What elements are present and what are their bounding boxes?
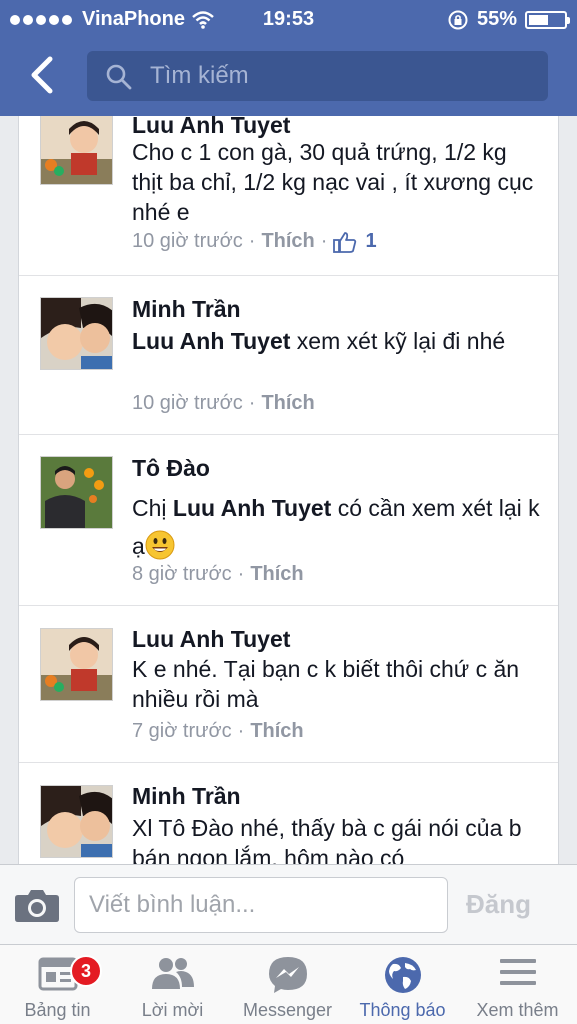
like-link[interactable]: Thích xyxy=(261,392,314,415)
tab-label: Xem thêm xyxy=(476,1000,559,1020)
camera-button[interactable] xyxy=(14,887,60,923)
rotation-lock-icon xyxy=(448,10,468,29)
top-bar: VinaPhone 19:53 55% Tìm kiếm xyxy=(0,0,577,116)
tab-more[interactable]: Xem thêm xyxy=(460,945,575,1024)
menu-icon xyxy=(499,959,536,985)
comment-item: Minh Trần Xl Tô Đào nhé, thấy bà c gái n… xyxy=(19,763,558,864)
comment-item: Tô Đào Chị Luu Anh Tuyet có cần xem xét … xyxy=(19,435,558,606)
avatar[interactable] xyxy=(40,628,113,701)
comment-time: 10 giờ trước xyxy=(132,230,243,252)
avatar[interactable] xyxy=(40,297,113,370)
back-button[interactable] xyxy=(24,55,60,95)
tab-label: Bảng tin xyxy=(24,1000,91,1020)
mentioned-user[interactable]: Luu Anh Tuyet xyxy=(132,328,290,354)
tab-notifications[interactable]: Thông báo xyxy=(345,945,460,1024)
search-icon xyxy=(106,64,132,90)
tab-friend-requests[interactable]: Lời mời xyxy=(115,945,230,1024)
comment-meta: 10 giờ trước · Thích xyxy=(132,392,315,415)
search-bar[interactable]: Tìm kiếm xyxy=(87,51,548,101)
notification-badge: 3 xyxy=(70,955,102,987)
search-placeholder: Tìm kiếm xyxy=(150,62,249,89)
comment-text: Chị Luu Anh Tuyet có cần xem xét lại k ạ xyxy=(132,495,540,560)
comment-item: Luu Anh Tuyet K e nhé. Tại bạn c k biết … xyxy=(19,606,558,763)
comment-item: Luu Anh Tuyet Cho c 1 con gà, 30 quả trứ… xyxy=(19,116,558,276)
tab-messenger[interactable]: Messenger xyxy=(230,945,345,1024)
globe-icon xyxy=(384,957,421,993)
status-bar: VinaPhone 19:53 55% xyxy=(0,0,577,38)
comment-list[interactable]: Luu Anh Tuyet Cho c 1 con gà, 30 quả trứ… xyxy=(18,116,559,864)
like-link[interactable]: Thích xyxy=(250,563,303,586)
friend-requests-icon xyxy=(151,958,194,989)
comment-meta: 7 giờ trước · Thích xyxy=(132,720,304,743)
commenter-name[interactable]: Luu Anh Tuyet xyxy=(132,626,290,653)
comment-text: Cho c 1 con gà, 30 quả trứng, 1/2 kg thị… xyxy=(132,139,534,225)
avatar[interactable] xyxy=(40,456,113,529)
post-button[interactable]: Đăng xyxy=(466,889,531,920)
comment-text: Luu Anh Tuyet xem xét kỹ lại đi nhé xyxy=(132,328,506,354)
like-count: 1 xyxy=(365,230,377,252)
comment-time: 10 giờ trước xyxy=(132,392,243,414)
like-link[interactable]: Thích xyxy=(261,230,314,253)
commenter-name[interactable]: Tô Đào xyxy=(132,455,210,482)
comment-composer: Đăng xyxy=(0,864,577,944)
comment-meta: 8 giờ trước · Thích xyxy=(132,563,304,586)
comment-item: Minh Trần Luu Anh Tuyet xem xét kỹ lại đ… xyxy=(19,276,558,435)
tab-news-feed[interactable]: 3 Bảng tin xyxy=(0,945,115,1024)
commenter-name[interactable]: Minh Trần xyxy=(132,296,241,323)
smile-emoji-icon xyxy=(145,530,175,560)
tab-bar: 3 Bảng tin Lời mời Messenger Thông báo X… xyxy=(0,944,577,1024)
commenter-name[interactable]: Minh Trần xyxy=(132,783,241,810)
messenger-icon xyxy=(268,957,307,993)
camera-icon xyxy=(15,890,59,922)
avatar[interactable] xyxy=(40,116,113,185)
comment-time: 7 giờ trước xyxy=(132,720,232,742)
commenter-name[interactable]: Luu Anh Tuyet xyxy=(132,116,290,139)
comment-meta: 10 giờ trước · Thích · 1 xyxy=(132,230,377,253)
like-link[interactable]: Thích xyxy=(250,720,303,743)
tab-label: Messenger xyxy=(242,1000,333,1020)
battery-percent: 55% xyxy=(476,8,517,30)
tab-label: Thông báo xyxy=(359,1000,446,1020)
avatar[interactable] xyxy=(40,785,113,858)
comment-input[interactable] xyxy=(74,877,448,933)
mentioned-user[interactable]: Luu Anh Tuyet xyxy=(173,495,331,521)
tab-label: Lời mời xyxy=(141,1000,204,1020)
comment-time: 8 giờ trước xyxy=(132,563,232,585)
comment-text: K e nhé. Tại bạn c k biết thôi chứ c ăn … xyxy=(132,656,520,712)
battery-icon xyxy=(525,10,570,29)
comment-text: Xl Tô Đào nhé, thấy bà c gái nói của b b… xyxy=(132,815,522,864)
chevron-left-icon xyxy=(31,56,53,94)
thumbs-up-icon xyxy=(333,231,357,253)
